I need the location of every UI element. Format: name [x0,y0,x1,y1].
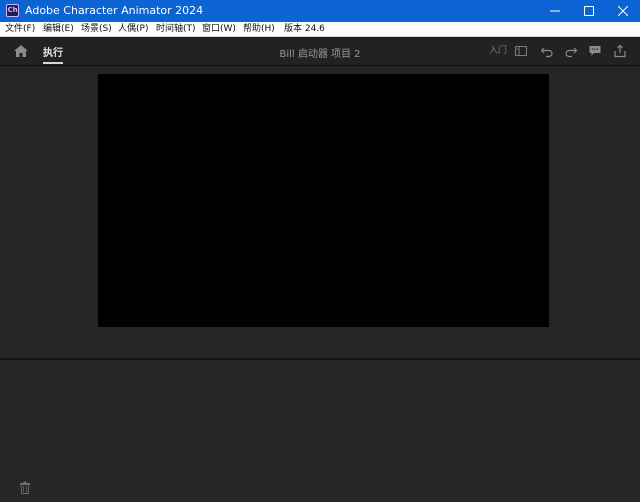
menu-scene[interactable]: 场景(S) [81,22,112,36]
undo-icon[interactable] [540,44,554,58]
app-icon: Ch [6,4,19,17]
menu-edit[interactable]: 编辑(E) [43,22,74,36]
close-icon [618,6,628,16]
app-header: 执行 Bill 启动器 项目 2 入门 [0,37,640,66]
panel-toggle-icon[interactable] [514,44,528,58]
bottom-panel [0,360,640,502]
menu-help[interactable]: 帮助(H) [243,22,275,36]
feedback-icon[interactable] [588,44,602,58]
scene-stage[interactable] [98,74,549,327]
redo-icon[interactable] [564,44,578,58]
window-title: Adobe Character Animator 2024 [25,4,204,17]
minimize-button[interactable] [538,0,572,22]
menu-timeline[interactable]: 时间轴(T) [156,22,196,36]
maximize-button[interactable] [572,0,606,22]
share-icon[interactable] [613,44,627,58]
getting-started-link[interactable]: 入门 [489,44,507,58]
active-tab-indicator [43,62,63,64]
scene-panel [0,66,640,358]
menu-file[interactable]: 文件(F) [5,22,35,36]
maximize-icon [584,6,594,16]
menu-bar: 文件(F) 编辑(E) 场景(S) 人偶(P) 时间轴(T) 窗口(W) 帮助(… [0,22,640,37]
title-bar[interactable]: Ch Adobe Character Animator 2024 [0,0,640,22]
minimize-icon [550,10,560,12]
menu-version[interactable]: 版本 24.6 [284,22,325,36]
menu-window[interactable]: 窗口(W) [202,22,236,36]
menu-puppet[interactable]: 人偶(P) [118,22,148,36]
close-button[interactable] [606,0,640,22]
trash-icon[interactable] [19,481,31,494]
app-window: Ch Adobe Character Animator 2024 文件(F) 编… [0,0,640,502]
